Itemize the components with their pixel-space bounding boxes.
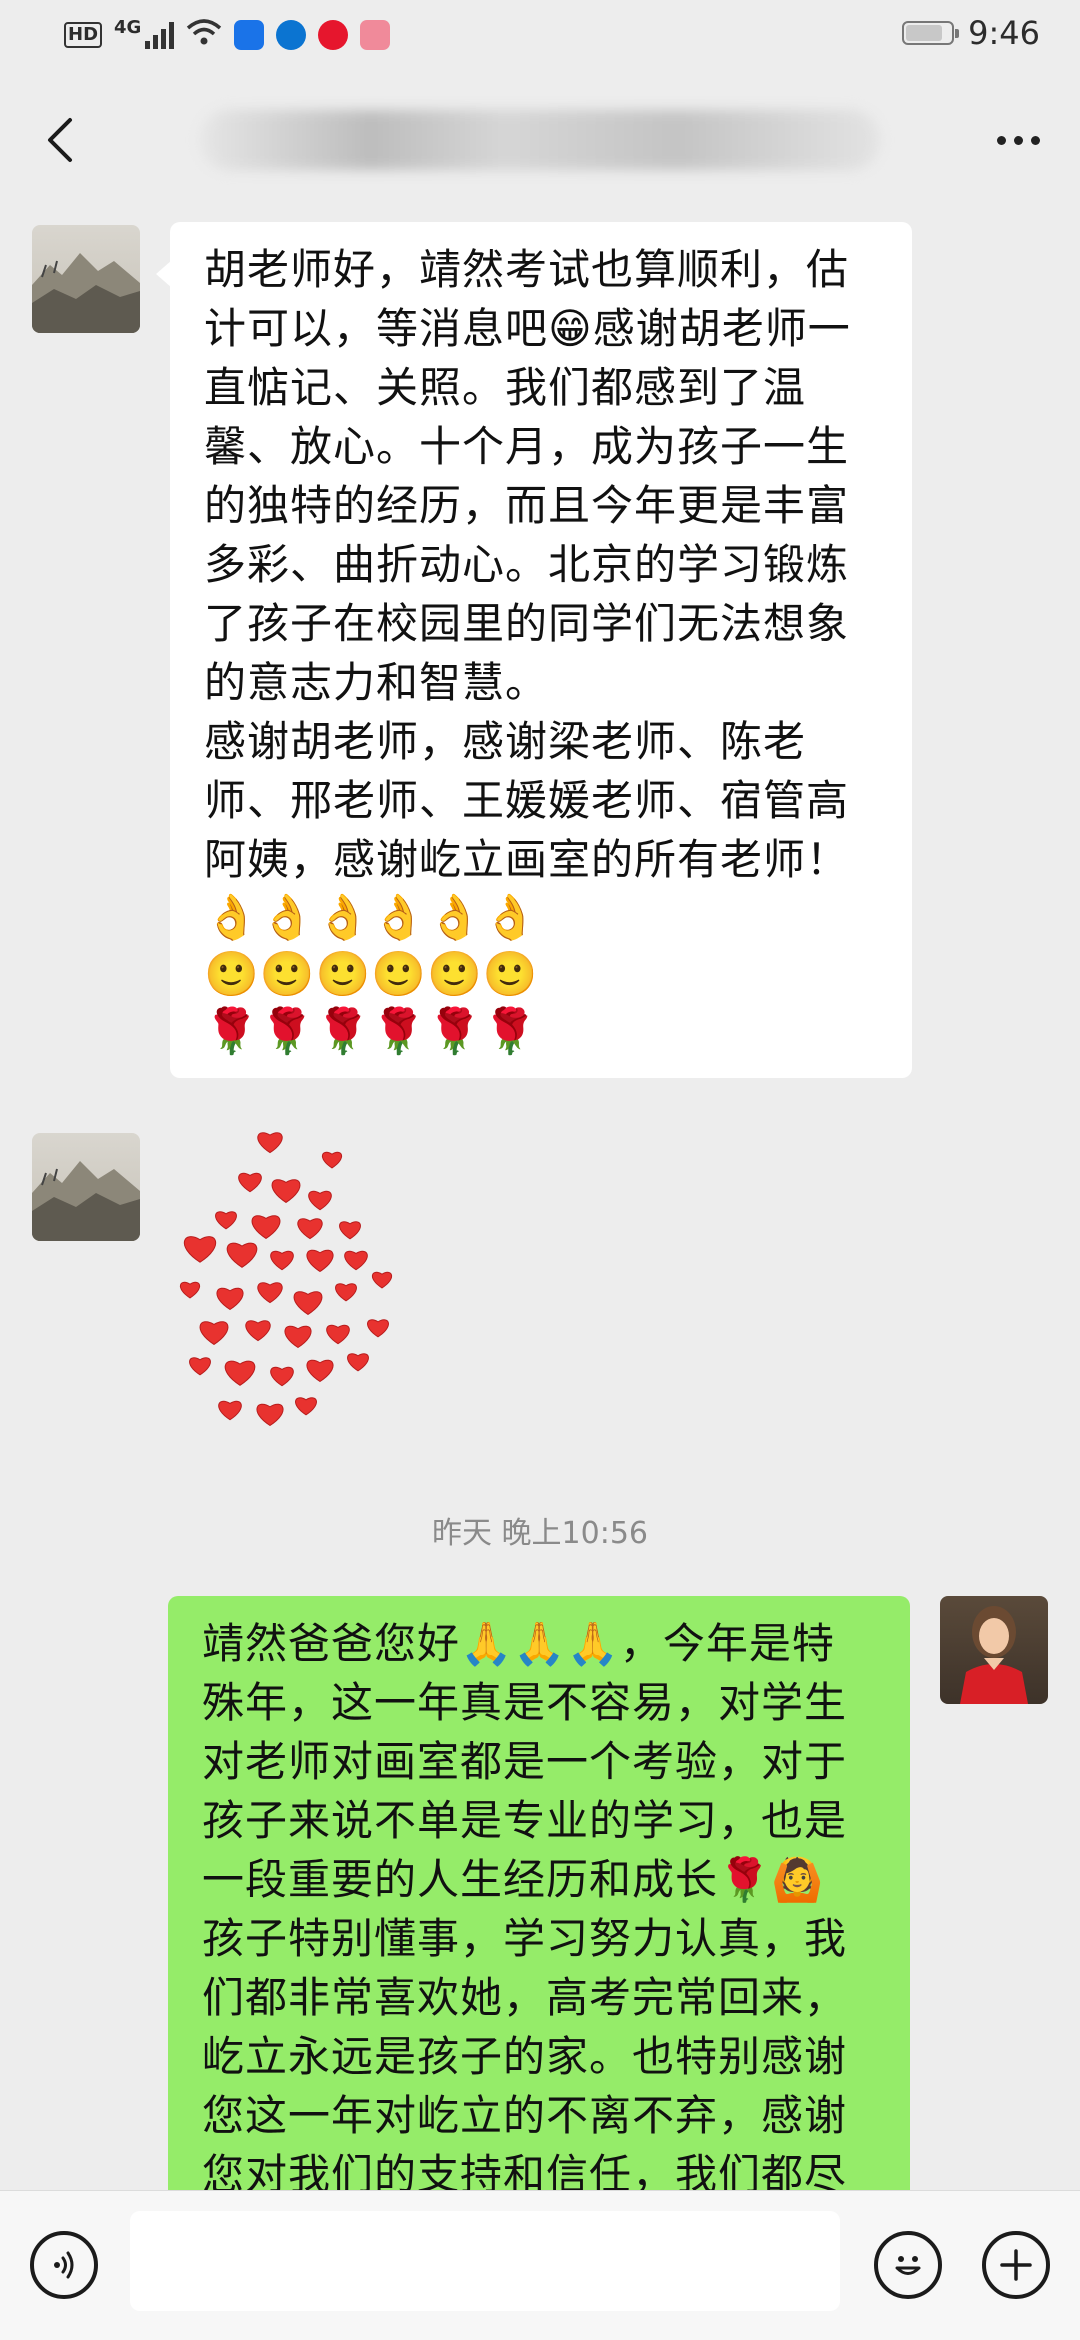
heart-shape (270, 1250, 294, 1271)
browser-notification-icon (276, 20, 307, 50)
message-line: 多彩、曲折动心。北京的学习锻炼 (204, 540, 850, 589)
emoji-icon (895, 2256, 921, 2275)
heart-shape (308, 1190, 332, 1211)
chevron-left-icon (48, 118, 72, 162)
heart-shape (293, 1291, 323, 1315)
my-avatar[interactable] (940, 1596, 1048, 1704)
wifi-icon (186, 18, 222, 52)
emoji-button[interactable] (874, 2231, 942, 2299)
plus-icon (1000, 2249, 1032, 2281)
more-dot (1013, 135, 1023, 145)
chat-input-bar (0, 2190, 1080, 2340)
chat-title (200, 110, 880, 170)
sender-avatar[interactable] (32, 225, 140, 333)
heart-shape (306, 1249, 334, 1273)
message-line: 计可以，等消息吧😁感谢胡老师一 (204, 304, 851, 353)
heart-shape (339, 1221, 361, 1240)
more-dot (1030, 135, 1040, 145)
message-line: 胡老师好，靖然考试也算顺利，估 (204, 245, 850, 294)
message-line: 阿姨，感谢屹立画室的所有老师！ (204, 835, 850, 884)
received-message-bubble[interactable]: 胡老师好，靖然考试也算顺利，估 计可以，等消息吧😁感谢胡老师一 直惦记、关照。我… (156, 222, 912, 1078)
network-type: 4G (114, 16, 142, 38)
sent-message-bubble[interactable]: 靖然爸爸您好🙏🙏🙏，今年是特 殊年，这一年真是不容易，对学生 对老师对画室都是一… (168, 1596, 910, 2196)
heart-shape (215, 1211, 237, 1230)
hearts-sticker-icon (180, 1132, 392, 1427)
heart-shape (344, 1250, 368, 1271)
sender-avatar[interactable] (32, 1133, 140, 1241)
back-button[interactable] (36, 114, 88, 166)
status-bar: HD 4G 9:46 (0, 0, 1080, 70)
emoji-row-roses: 🌹🌹🌹🌹🌹🌹 (204, 1006, 539, 1057)
heart-shape (347, 1353, 369, 1372)
weibo-notification-icon (318, 20, 349, 50)
battery-icon (902, 21, 960, 45)
status-bar-right: 9:46 (902, 14, 1040, 52)
heart-shape (189, 1357, 211, 1376)
heart-shape (224, 1360, 256, 1386)
voice-icon (54, 2251, 74, 2279)
photo-app-notification-icon (360, 20, 391, 50)
message-timestamp: 昨天 晚上10:56 (432, 1516, 648, 1551)
heart-shape (238, 1172, 262, 1193)
message-line: 馨、放心。十个月，成为孩子一生 (204, 422, 850, 471)
heart-shape (256, 1403, 284, 1427)
more-functions-button[interactable] (982, 2231, 1050, 2299)
message-line: 您这一年对屹立的不离不弃，感谢 (202, 2091, 848, 2140)
more-dot (996, 135, 1006, 145)
heart-shape (372, 1271, 392, 1289)
message-line: 直惦记、关照。我们都感到了温 (204, 363, 807, 412)
emoji-row-smiles: 🙂🙂🙂🙂🙂🙂 (204, 949, 539, 1000)
message-line: 殊年，这一年真是不容易，对学生 (202, 1678, 848, 1727)
status-bar-left: HD 4G (64, 16, 391, 52)
message-line: 孩子来说不单是专业的学习，也是 (202, 1796, 848, 1845)
signal-icon (145, 21, 175, 49)
app-notification-icon (234, 20, 265, 50)
heart-shape (245, 1320, 271, 1342)
message-line: 的独特的经历，而且今年更是丰富 (204, 481, 850, 530)
message-line: 靖然爸爸您好🙏🙏🙏，今年是特 (202, 1619, 835, 1668)
heart-shape (251, 1215, 281, 1239)
heart-shape (257, 1132, 283, 1154)
more-options-button[interactable] (988, 114, 1048, 166)
heart-shape (270, 1366, 294, 1387)
message-line: 孩子特别懂事，学习努力认真，我 (202, 1914, 848, 1963)
heart-shape (326, 1324, 350, 1345)
message-input[interactable] (130, 2211, 840, 2311)
heart-shape (226, 1242, 258, 1268)
message-line: 屹立永远是孩子的家。也特别感谢 (202, 2032, 848, 2081)
heart-shape (367, 1319, 389, 1338)
heart-shape (271, 1179, 301, 1203)
heart-shape (257, 1282, 283, 1304)
heart-shape (199, 1321, 229, 1345)
message-line: 您对我们的支持和信任，我们都尽 (202, 2150, 848, 2196)
heart-shape (183, 1236, 217, 1263)
message-line: 了孩子在校园里的同学们无法想象 (204, 599, 850, 648)
heart-shape (335, 1283, 357, 1302)
heart-shape (218, 1400, 242, 1421)
message-line: 一段重要的人生经历和成长🌹🙆 (202, 1855, 825, 1904)
heart-shape (180, 1281, 200, 1299)
heart-shape (306, 1359, 334, 1383)
emoji-row-ok-hands: 👌👌👌👌👌👌 (204, 892, 539, 943)
clock: 9:46 (968, 14, 1040, 52)
message-line: 们都非常喜欢她，高考完常回来， (202, 1973, 848, 2022)
message-line: 师、邢老师、王媛媛老师、宿管高 (204, 776, 850, 825)
heart-shape (297, 1218, 323, 1240)
message-line: 对老师对画室都是一个考验，对于 (202, 1737, 848, 1786)
heart-shape (322, 1151, 342, 1169)
heart-shape (284, 1325, 312, 1349)
voice-button[interactable] (30, 2231, 98, 2299)
heart-shape (216, 1287, 244, 1311)
hearts-sticker[interactable] (170, 1128, 470, 1428)
chat-header (0, 70, 1080, 210)
message-line: 感谢胡老师，感谢梁老师、陈老 (204, 717, 807, 766)
heart-shape (295, 1397, 317, 1416)
hd-indicator: HD (64, 22, 103, 48)
message-line: 的意志力和智慧。 (204, 658, 549, 707)
